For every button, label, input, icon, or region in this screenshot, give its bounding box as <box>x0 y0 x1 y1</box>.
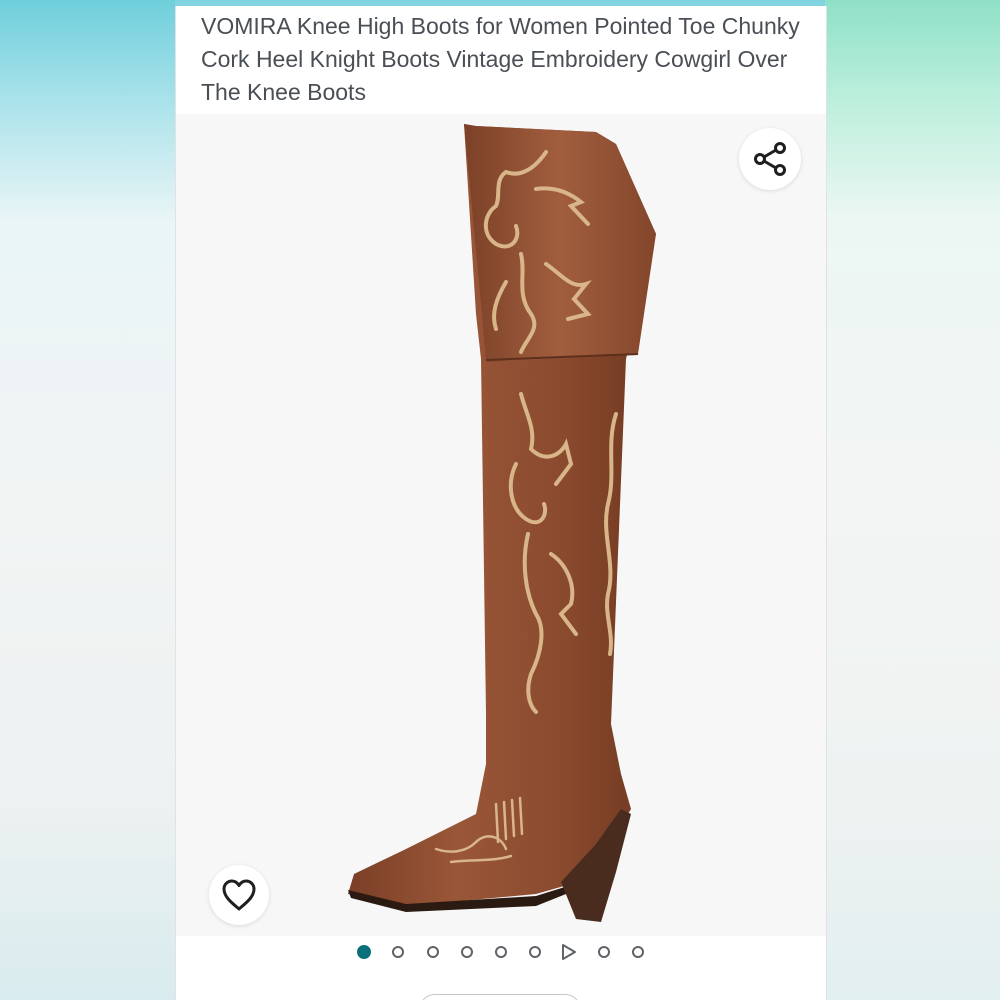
background-left <box>0 0 175 1000</box>
carousel-dot[interactable] <box>381 939 415 965</box>
carousel-dot[interactable] <box>621 939 655 965</box>
background-right <box>825 0 1000 1000</box>
carousel-dot-inactive <box>631 946 644 958</box>
product-image-area[interactable] <box>176 114 826 936</box>
carousel-dot[interactable] <box>347 939 381 965</box>
carousel-dot-active <box>357 945 372 959</box>
carousel-dot-inactive <box>460 946 473 958</box>
product-card: VOMIRA Knee High Boots for Women Pointed… <box>175 6 827 1000</box>
carousel-dot-inactive <box>392 946 405 958</box>
carousel-dot-inactive <box>529 946 542 958</box>
carousel-dot-inactive <box>495 946 507 958</box>
carousel-dot[interactable] <box>518 939 552 965</box>
carousel-indicators <box>176 939 826 965</box>
carousel-dot[interactable] <box>416 939 450 965</box>
boot-image <box>348 124 656 922</box>
carousel-dot[interactable] <box>586 939 620 965</box>
bottom-pill-button[interactable] <box>419 994 581 1000</box>
carousel-dot[interactable] <box>484 939 518 965</box>
play-icon <box>562 944 577 960</box>
share-button[interactable] <box>739 128 801 190</box>
share-icon <box>754 142 786 176</box>
carousel-dot-inactive <box>597 946 610 958</box>
favorite-button[interactable] <box>209 865 269 925</box>
product-title: VOMIRA Knee High Boots for Women Pointed… <box>201 13 800 105</box>
heart-icon <box>222 879 256 911</box>
carousel-video-indicator[interactable] <box>552 939 586 965</box>
carousel-dot[interactable] <box>450 939 484 965</box>
carousel-dot-inactive <box>426 946 439 958</box>
